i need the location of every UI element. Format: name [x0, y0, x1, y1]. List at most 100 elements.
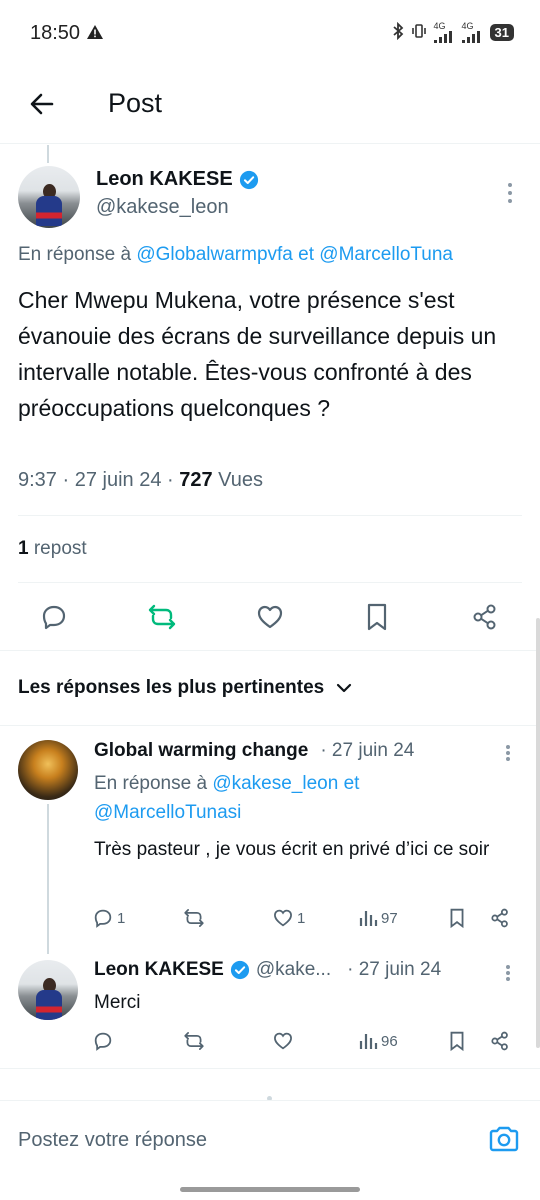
vibrate-icon — [410, 23, 428, 42]
home-indicator[interactable] — [180, 1187, 360, 1192]
reply-text: Très pasteur , je vous écrit en privé d’… — [94, 839, 490, 860]
like-count: 1 — [297, 909, 306, 927]
mention-link-1[interactable]: @Globalwarmpvfa — [136, 244, 293, 265]
reply-author-name[interactable]: Global warming change — [94, 740, 308, 762]
reply-to-line: En réponse à @kakese_leon et @MarcelloTu… — [94, 769, 359, 827]
bluetooth-icon — [392, 21, 404, 43]
repost-icon — [184, 1032, 204, 1050]
reply-views-button[interactable]: 97 — [358, 905, 398, 931]
repost-label: repost — [28, 538, 87, 559]
status-icons: 4G 4G 31 — [392, 22, 514, 43]
views-label: Vues — [212, 469, 264, 491]
share-icon[interactable] — [489, 1028, 511, 1054]
more-options-icon[interactable] — [500, 180, 520, 206]
status-time: 18:50 — [30, 22, 81, 44]
post-time: 9:37 — [18, 469, 57, 491]
bookmark-icon[interactable] — [448, 1028, 466, 1054]
signal-icon-1: 4G — [433, 21, 456, 43]
reply-comment-button[interactable]: 1 — [92, 905, 125, 931]
reply-input[interactable]: Postez votre réponse — [18, 1129, 207, 1152]
replies-sort-dropdown[interactable]: Les réponses les plus pertinentes — [18, 677, 352, 699]
meta-separator: · — [56, 469, 75, 491]
more-options-icon[interactable] — [500, 962, 516, 984]
reply-actions: 1 1 97 — [92, 905, 522, 931]
status-bar: 18:50 4G 4G 31 — [0, 0, 540, 66]
scrollbar[interactable] — [536, 618, 540, 1048]
comment-count: 1 — [117, 909, 126, 927]
reply-text: Merci — [94, 992, 141, 1013]
avatar[interactable] — [18, 740, 78, 800]
network-type-2: 4G — [461, 21, 474, 31]
post-actions — [0, 600, 540, 636]
top-bar: Post — [0, 66, 540, 144]
reply-actions: 96 — [92, 1028, 522, 1054]
page-title: Post — [108, 88, 163, 118]
thread-connector — [47, 804, 49, 954]
author-handle: @kakese_leon — [96, 196, 229, 218]
reply-joiner: et — [292, 244, 320, 265]
camera-icon[interactable] — [488, 1123, 520, 1155]
warning-icon — [86, 24, 104, 45]
more-options-icon[interactable] — [500, 742, 516, 764]
reply-composer[interactable]: Postez votre réponse — [0, 1100, 540, 1180]
reply-like-button[interactable] — [272, 1028, 297, 1054]
mention-link-1[interactable]: @kakese_leon — [212, 773, 338, 794]
author-name-text: Leon KAKESE — [96, 168, 233, 190]
mention-link-2[interactable]: @MarcelloTunasi — [94, 802, 241, 823]
like-heart-icon — [274, 1032, 292, 1050]
battery-indicator: 31 — [489, 24, 514, 41]
avatar[interactable] — [18, 960, 78, 1020]
chevron-down-icon — [337, 683, 352, 693]
views-count: 97 — [381, 909, 398, 927]
divider — [18, 515, 522, 516]
like-heart-icon[interactable] — [253, 600, 287, 634]
reply-icon[interactable] — [37, 600, 71, 634]
divider — [0, 1068, 540, 1069]
reply-joiner: et — [338, 773, 360, 794]
reply-views-button[interactable]: 96 — [358, 1028, 398, 1054]
post-date: 27 juin 24 — [74, 469, 162, 491]
reply-author-handle: @kake... — [255, 959, 332, 980]
bookmark-icon[interactable] — [448, 905, 466, 931]
post-author: Leon KAKESE @kakese_leon — [96, 168, 259, 219]
repost-count: 1 — [18, 538, 29, 559]
divider — [18, 582, 522, 583]
verified-badge-icon — [230, 960, 249, 980]
avatar[interactable] — [18, 166, 80, 228]
views-count: 96 — [381, 1032, 398, 1050]
reply-icon — [94, 909, 112, 928]
reply-author: Leon KAKESE @kake... · 27 juin 24 — [94, 959, 441, 981]
back-arrow-icon[interactable] — [26, 88, 58, 120]
reply-icon — [94, 1032, 112, 1051]
reply-comment-button[interactable] — [92, 1028, 117, 1054]
share-icon[interactable] — [489, 905, 511, 931]
sort-label: Les réponses les plus pertinentes — [18, 677, 325, 698]
reply-date: · 27 juin 24 — [320, 740, 415, 761]
reply-prefix: En réponse à — [94, 773, 213, 794]
views-count: 727 — [179, 469, 213, 491]
reply-author-name[interactable]: Leon KAKESE — [94, 959, 224, 981]
post-text: Cher Mwepu Mukena, votre présence s'est … — [18, 287, 497, 421]
reply-prefix: En réponse à — [18, 244, 137, 265]
post-meta: 9:37 · 27 juin 24 · 727 Vues — [18, 469, 263, 492]
repost-icon — [184, 909, 204, 927]
reply-repost-button[interactable] — [182, 1028, 209, 1054]
signal-icon-2: 4G — [461, 21, 484, 43]
share-icon[interactable] — [468, 600, 502, 634]
network-type-1: 4G — [433, 21, 446, 31]
divider — [0, 650, 540, 651]
reply-author: Global warming change · 27 juin 24 — [94, 740, 414, 762]
reply-like-button[interactable]: 1 — [272, 905, 305, 931]
thread-connector — [47, 145, 49, 163]
repost-icon[interactable] — [145, 600, 179, 634]
verified-badge-icon — [239, 170, 258, 189]
mention-link-2[interactable]: @MarcelloTuna — [319, 244, 453, 265]
author-name[interactable]: Leon KAKESE — [96, 168, 259, 191]
like-heart-icon — [274, 909, 292, 927]
reply-to-line: En réponse à @Globalwarmpvfa et @Marcell… — [18, 244, 453, 266]
bookmark-icon[interactable] — [360, 600, 394, 634]
views-chart-icon — [359, 1034, 378, 1049]
reply-repost-button[interactable] — [182, 905, 209, 931]
reply-date: · 27 juin 24 — [347, 959, 442, 980]
repost-stats[interactable]: 1 repost — [18, 538, 87, 560]
